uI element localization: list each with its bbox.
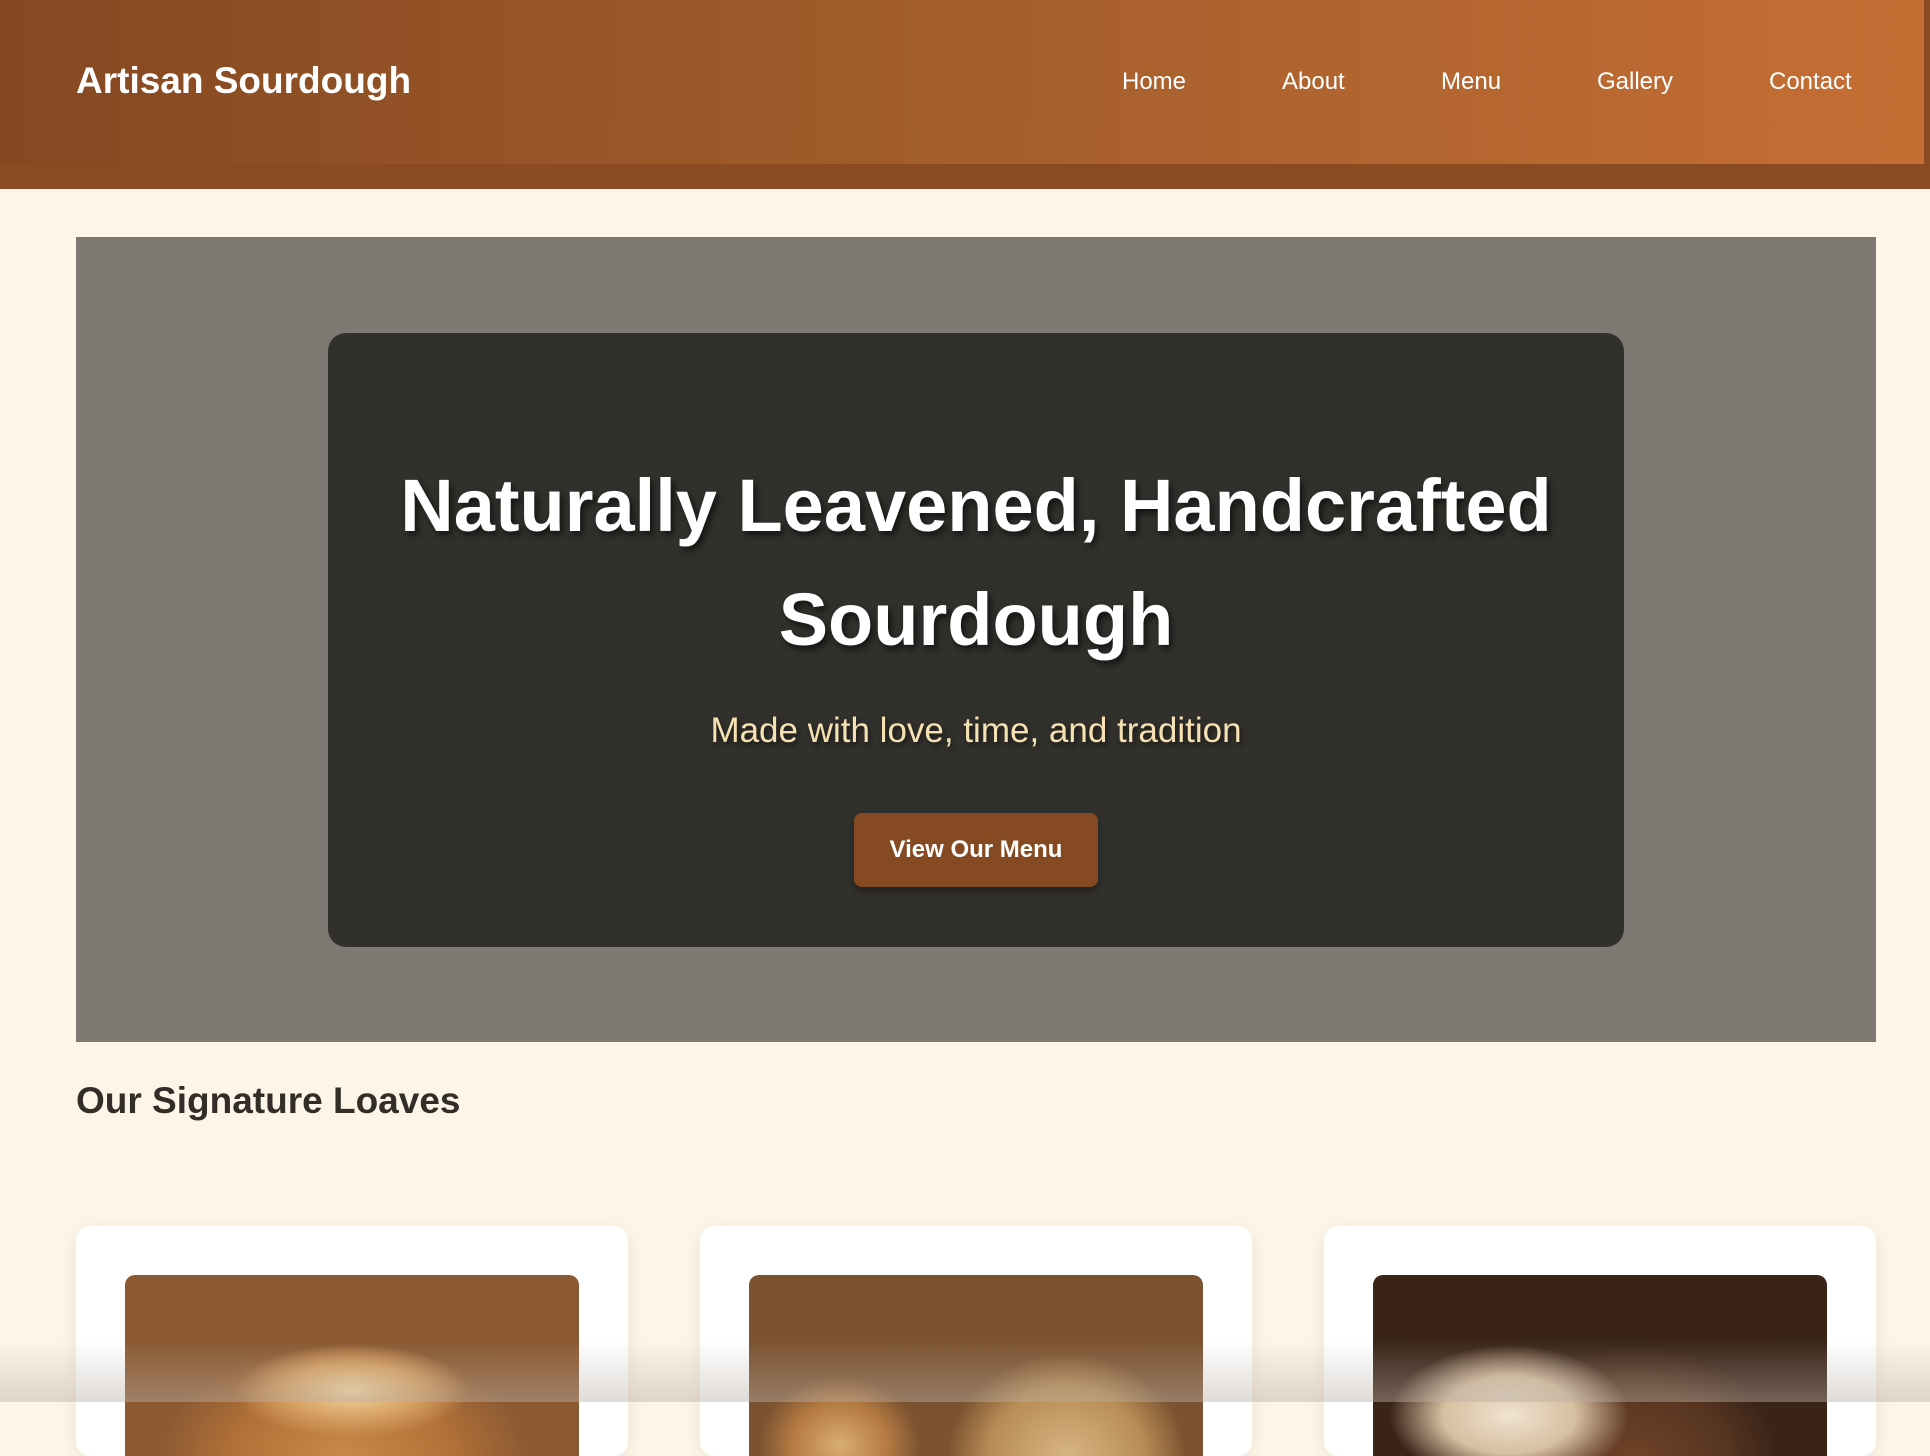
- bread-loaf-image: [749, 1275, 1203, 1456]
- hero-subtitle: Made with love, time, and tradition: [710, 711, 1242, 750]
- product-card[interactable]: [700, 1226, 1252, 1456]
- product-card[interactable]: [76, 1226, 628, 1456]
- site-header: Artisan Sourdough Home About Menu Galler…: [0, 0, 1930, 189]
- nav-link-about[interactable]: About: [1282, 64, 1345, 100]
- hero-overlay-card: Naturally Leavened, Handcrafted Sourdoug…: [328, 333, 1624, 947]
- product-card[interactable]: [1324, 1226, 1876, 1456]
- bread-loaf-image: [125, 1275, 579, 1456]
- nav-link-contact[interactable]: Contact: [1769, 64, 1852, 100]
- nav-link-gallery[interactable]: Gallery: [1597, 64, 1673, 100]
- bread-loaf-image: [1373, 1275, 1827, 1456]
- main-nav: Home About Menu Gallery Contact: [0, 64, 1930, 100]
- hero-title: Naturally Leavened, Handcrafted Sourdoug…: [400, 464, 1552, 661]
- nav-link-menu[interactable]: Menu: [1441, 64, 1501, 100]
- view-menu-button[interactable]: View Our Menu: [854, 813, 1098, 887]
- nav-link-home[interactable]: Home: [1122, 64, 1186, 100]
- hero-section: Naturally Leavened, Handcrafted Sourdoug…: [76, 237, 1876, 1042]
- section-title: Our Signature Loaves: [76, 1080, 461, 1121]
